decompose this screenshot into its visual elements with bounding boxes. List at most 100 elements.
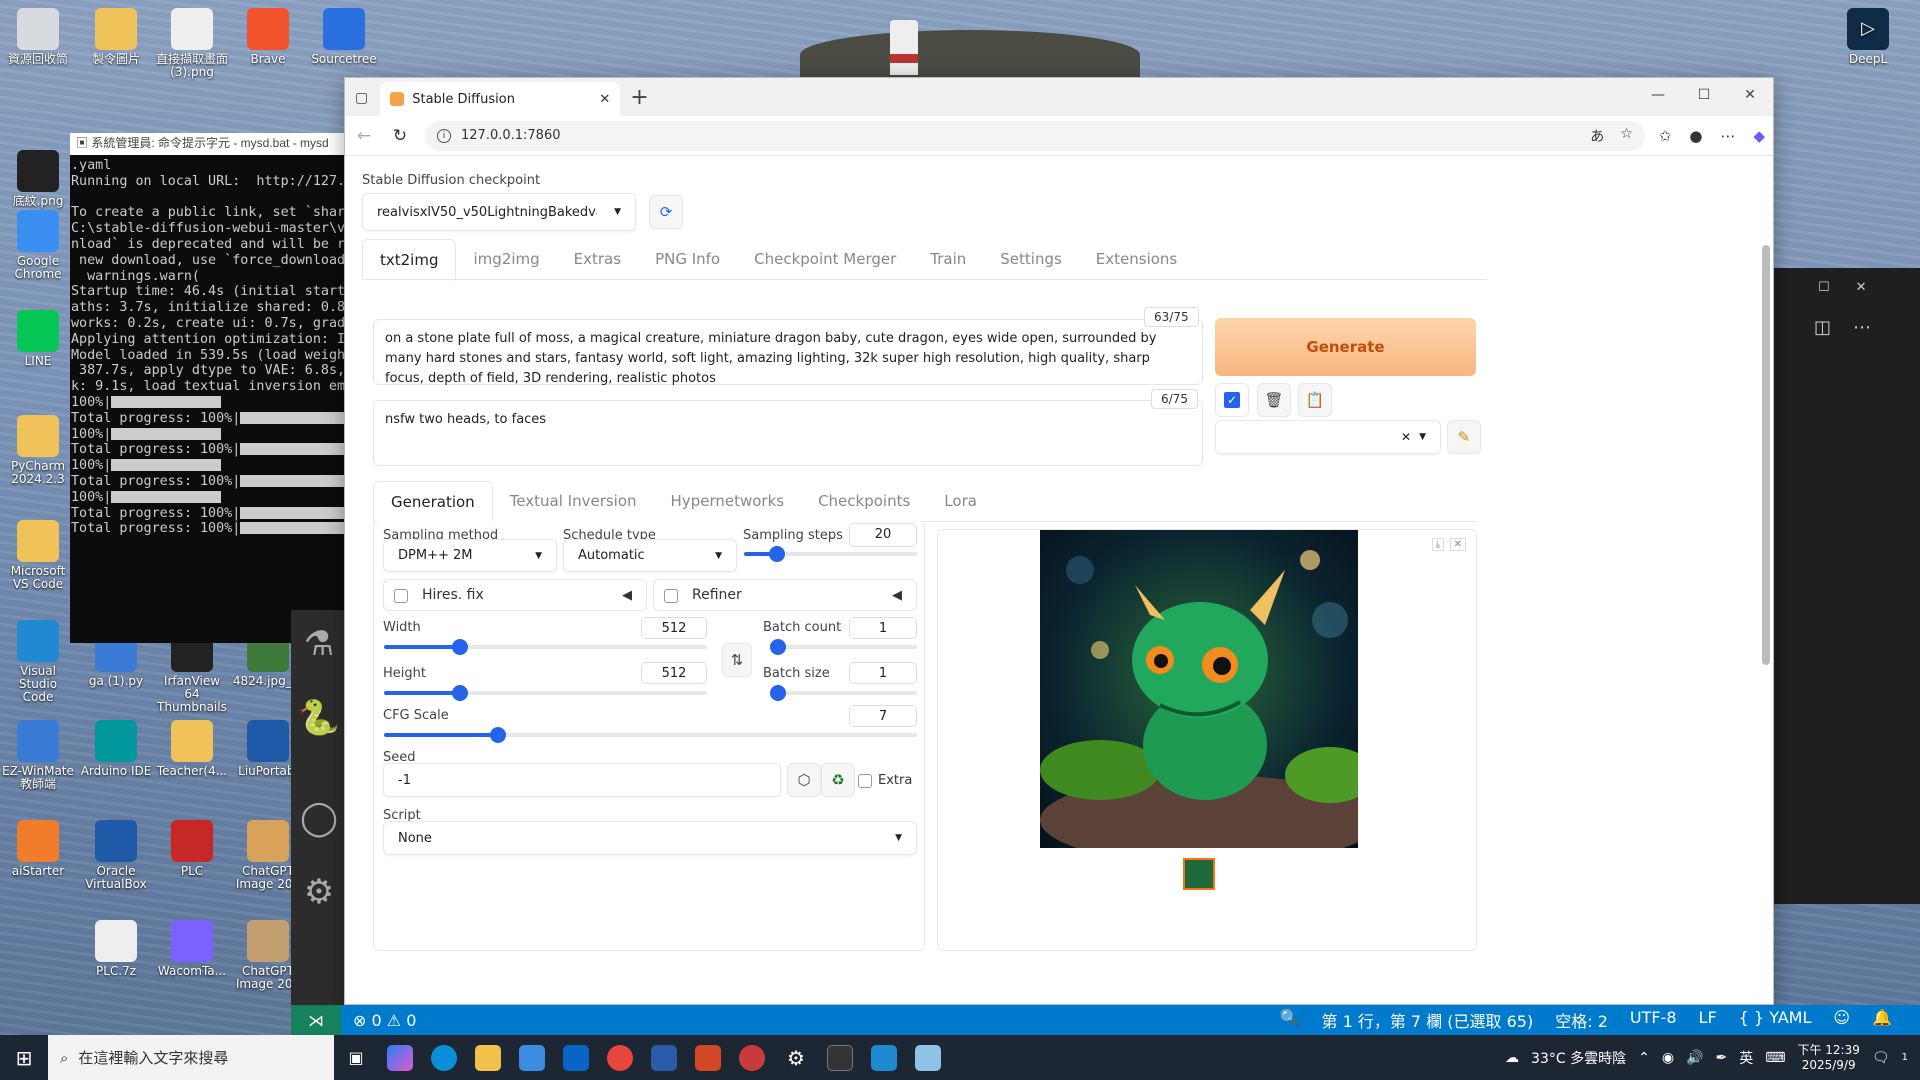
cursor-position[interactable]: 第 1 行，第 7 欄 (已選取 65)	[1321, 1008, 1533, 1032]
desktop-icon[interactable]: Google Chrome	[2, 210, 74, 281]
clock[interactable]: 下午 12:39 2025/9/9	[1797, 1043, 1859, 1073]
flask-icon[interactable]: ⚗	[291, 624, 347, 664]
sampling-steps-slider[interactable]	[744, 546, 917, 562]
split-editor-icon[interactable]: ◫	[1814, 317, 1831, 338]
read-aloud-icon[interactable]: あ	[1590, 126, 1604, 146]
slider-handle[interactable]	[768, 546, 785, 562]
close-image-icon[interactable]: ✕	[1449, 538, 1466, 551]
zoom-icon[interactable]: 🔍	[1280, 1008, 1300, 1032]
site-info-icon[interactable]: i	[437, 128, 451, 143]
batch-size-slider[interactable]	[770, 685, 917, 701]
task-view-icon[interactable]: ▣	[334, 1035, 378, 1080]
sampling-method-select[interactable]: DPM++ 2M ▼	[383, 539, 557, 572]
edit-styles-button[interactable]: ✎	[1447, 420, 1481, 454]
network-icon[interactable]: ◉	[1662, 1050, 1674, 1066]
favorites-icon[interactable]: ✩	[1659, 127, 1672, 145]
chrome-taskbar-icon[interactable]	[598, 1035, 642, 1080]
slider-handle[interactable]	[770, 639, 786, 655]
file-encoding[interactable]: UTF-8	[1630, 1008, 1677, 1032]
clear-x-icon[interactable]: ✕	[1401, 430, 1411, 444]
chevron-up-icon[interactable]: ⌃	[1638, 1050, 1650, 1066]
tab-png-info[interactable]: PNG Info	[638, 239, 737, 281]
refresh-checkpoint-button[interactable]: ⟳	[649, 195, 683, 229]
account-icon[interactable]: ◯	[291, 798, 347, 838]
more-menu-icon[interactable]: ⋯	[1720, 127, 1735, 145]
volume-icon[interactable]: 🔊	[1686, 1050, 1703, 1066]
notification-center-icon[interactable]: 🗨	[1872, 1050, 1890, 1066]
scrollbar-thumb[interactable]	[1762, 245, 1770, 665]
cmd-window[interactable]: ▣ 系統管理員: 命令提示字元 - mysd.bat - mysd .yaml R…	[70, 133, 344, 643]
clear-prompt-button[interactable]: 🗑	[1257, 383, 1291, 417]
tab-train[interactable]: Train	[913, 239, 983, 281]
tab-img2img[interactable]: img2img	[456, 239, 556, 281]
notepad-taskbar-icon[interactable]	[906, 1035, 950, 1080]
refresh-icon[interactable]: ↻	[389, 126, 411, 146]
url-bar[interactable]: i 127.0.0.1:7860 あ ☆	[425, 120, 1645, 151]
python-icon[interactable]: 🐍	[291, 698, 347, 738]
desktop-icon[interactable]: Oracle VirtualBox	[80, 820, 152, 891]
desktop-icon[interactable]: 直接擷取畫面(3).png	[156, 8, 228, 79]
desktop-icon[interactable]: Microsoft VS Code	[2, 520, 74, 591]
outlook-icon[interactable]	[554, 1035, 598, 1080]
checkpoint-select[interactable]: realvisxlV50_v50LightningBakedvae.safete…	[362, 193, 636, 231]
subtab-checkpoints[interactable]: Checkpoints	[801, 481, 927, 523]
favorite-star-icon[interactable]: ☆	[1620, 126, 1633, 146]
copilot-icon[interactable]: ◆	[1753, 127, 1765, 145]
ime-indicator[interactable]: 英	[1739, 1048, 1753, 1068]
keyboard-icon[interactable]: ⌨	[1765, 1050, 1785, 1066]
weather-icon[interactable]: ☁	[1505, 1050, 1519, 1066]
terminal-taskbar-icon[interactable]	[818, 1035, 862, 1080]
hires-fix-accordion[interactable]: Hires. fix ◀	[383, 579, 647, 611]
language-mode[interactable]: { } YAML	[1739, 1008, 1812, 1032]
swap-dimensions-button[interactable]: ⇅	[722, 643, 752, 677]
seed-input[interactable]: -1	[383, 763, 781, 797]
back-icon[interactable]: ←	[353, 126, 375, 146]
cfg-scale-input[interactable]: 7	[849, 705, 917, 727]
slider-handle[interactable]	[451, 685, 468, 701]
tab-checkpoint-merger[interactable]: Checkpoint Merger	[737, 239, 913, 281]
problems-count[interactable]: ⊗ 0 ⚠ 0	[353, 1011, 416, 1030]
subtab-textual-inversion[interactable]: Textual Inversion	[493, 481, 654, 523]
width-input[interactable]: 512	[641, 617, 707, 639]
word-icon[interactable]	[642, 1035, 686, 1080]
schedule-type-select[interactable]: Automatic ▼	[563, 539, 737, 572]
desktop-icon[interactable]: Visual Studio Code	[2, 620, 74, 705]
styles-select[interactable]: ✕ ▼	[1215, 420, 1441, 454]
paste-params-button[interactable]: 📋	[1298, 383, 1332, 417]
desktop-icon[interactable]: Arduino IDE	[80, 720, 152, 778]
close-tab-icon[interactable]: ✕	[599, 92, 610, 107]
apply-styles-button[interactable]: ✓	[1215, 383, 1249, 417]
batch-count-input[interactable]: 1	[849, 617, 917, 639]
remote-icon[interactable]: ⋊	[291, 1005, 341, 1035]
edge-taskbar-icon[interactable]	[422, 1035, 466, 1080]
slider-handle[interactable]	[451, 639, 468, 655]
slider-handle[interactable]	[770, 685, 786, 701]
height-slider[interactable]	[384, 685, 707, 701]
taskbar-search[interactable]: ⌕ 在這裡輸入文字來搜尋	[48, 1035, 334, 1080]
random-seed-button[interactable]: ⬡	[787, 763, 821, 797]
page-scrollbar[interactable]	[1761, 237, 1771, 957]
download-icon[interactable]: ⤓	[1431, 538, 1444, 551]
close-window-icon[interactable]: ✕	[1727, 78, 1773, 112]
vscode-taskbar-icon[interactable]	[862, 1035, 906, 1080]
desktop-icon[interactable]: Teacher(4...	[156, 720, 228, 778]
copilot-taskbar-icon[interactable]	[378, 1035, 422, 1080]
tab-extensions[interactable]: Extensions	[1079, 239, 1194, 281]
file-explorer-icon[interactable]	[466, 1035, 510, 1080]
minimize-icon[interactable]: —	[1635, 78, 1681, 112]
prompt-textarea[interactable]: on a stone plate full of moss, a magical…	[373, 319, 1203, 386]
copilot-status-icon[interactable]: ☺	[1833, 1008, 1850, 1032]
new-tab-icon[interactable]: +	[630, 85, 648, 110]
reuse-seed-button[interactable]: ♻	[821, 763, 855, 797]
more-icon[interactable]: ⋯	[1853, 317, 1871, 338]
weather-text[interactable]: 33°C 多雲時陰	[1531, 1048, 1626, 1068]
batch-size-input[interactable]: 1	[849, 662, 917, 684]
close-icon[interactable]: ✕	[1856, 280, 1867, 295]
desktop-icon-deepl[interactable]: ▷ DeepL	[1832, 8, 1904, 66]
slider-handle[interactable]	[490, 727, 507, 743]
subtab-generation[interactable]: Generation	[373, 481, 493, 523]
windows-start-icon[interactable]: ⊞	[0, 1046, 48, 1070]
chrome-profile-icon[interactable]	[730, 1035, 774, 1080]
indent-spaces[interactable]: 空格: 2	[1555, 1008, 1608, 1032]
desktop-icon[interactable]: 資源回收筒	[2, 8, 74, 66]
